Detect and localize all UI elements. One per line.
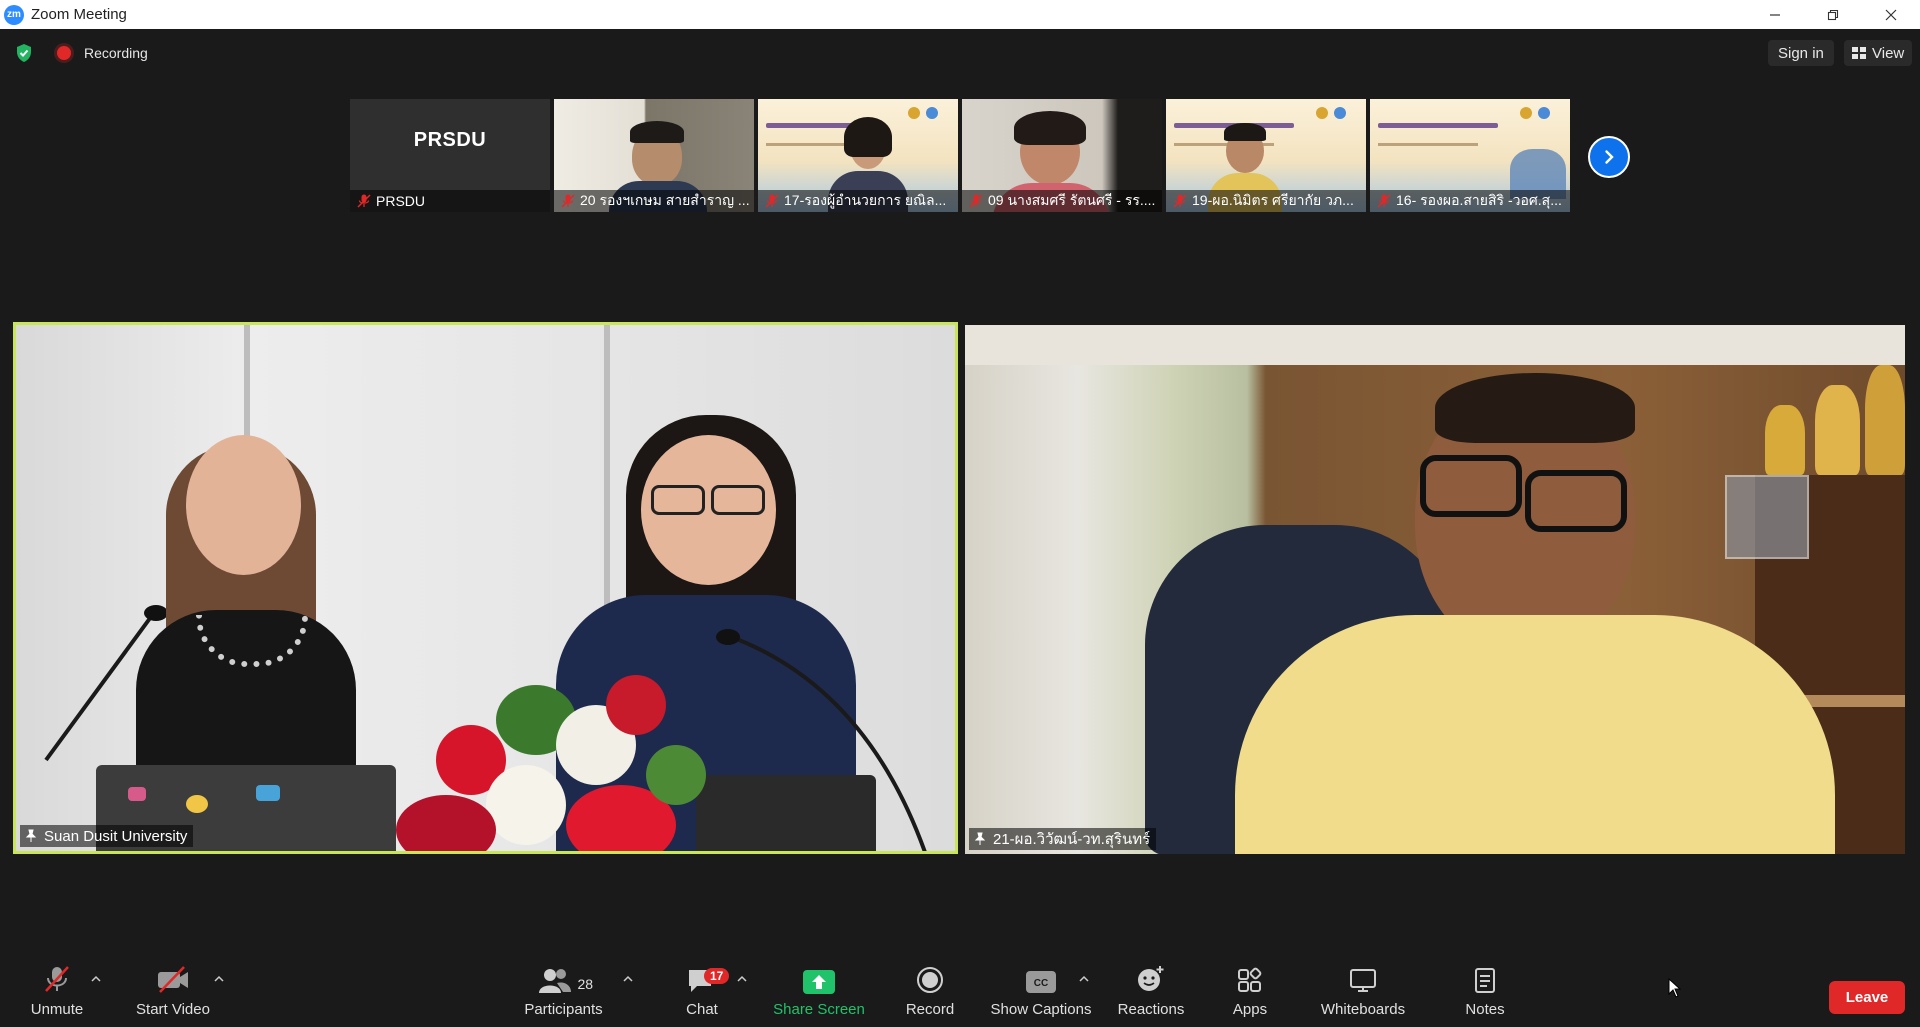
mic-muted-icon [969, 194, 983, 208]
record-label: Record [905, 1001, 955, 1018]
participants-button[interactable]: 28 Participants [521, 960, 606, 1027]
whiteboard-icon [1350, 969, 1376, 992]
apps-label: Apps [1232, 1001, 1268, 1018]
flower-bouquet [396, 665, 716, 851]
thumbnail-tile[interactable]: 19-ผอ.นิมิตร ศรียากัย วภ... [1166, 99, 1366, 212]
video-name-tag: Suan Dusit University [20, 825, 194, 847]
sign-in-button[interactable]: Sign in [1768, 40, 1834, 66]
reactions-button[interactable]: Reactions [1116, 960, 1186, 1027]
notes-button[interactable]: Notes [1463, 960, 1507, 1027]
microphone-left [44, 605, 166, 762]
thumbnail-name: 09 นางสมศรี รัตนศรี - รร.... [988, 192, 1156, 208]
chevron-right-icon [1605, 150, 1614, 164]
svg-text:CC: CC [1034, 978, 1048, 989]
mic-muted-icon [765, 194, 779, 208]
mic-muted-icon [561, 194, 575, 208]
pin-icon [25, 829, 37, 842]
share-screen-icon [803, 970, 835, 994]
apps-icon [1238, 967, 1262, 992]
notes-label: Notes [1465, 1001, 1505, 1018]
whiteboards-label: Whiteboards [1320, 1001, 1406, 1018]
zoom-logo-icon: zm [4, 4, 24, 25]
closed-captions-icon: CC [1026, 971, 1056, 993]
video-participant-name: Suan Dusit University [44, 827, 188, 845]
participants-label: Participants [524, 1001, 603, 1018]
participant-thumbnail-strip: PRSDU PRSDU 20 รองฯเกษม สายสำราญ ... 17-… [350, 99, 1570, 212]
participants-icon [538, 969, 571, 993]
mic-muted-icon [357, 194, 371, 208]
main-video-tile-active-speaker[interactable]: Suan Dusit University [13, 322, 958, 854]
apps-button[interactable]: Apps [1230, 960, 1270, 1027]
start-video-label: Start Video [136, 1001, 210, 1018]
participants-options-caret-icon[interactable] [622, 974, 634, 984]
captions-options-caret-icon[interactable] [1078, 974, 1090, 984]
recording-indicator-icon [57, 46, 71, 60]
mic-muted-icon [1377, 194, 1391, 208]
recording-label: Recording [84, 45, 148, 61]
close-button[interactable] [1862, 0, 1920, 29]
unmute-button[interactable]: Unmute [27, 960, 87, 1027]
unmute-label: Unmute [30, 1001, 84, 1018]
restore-icon [1827, 9, 1839, 20]
minimize-button[interactable] [1746, 0, 1804, 29]
grid-view-icon [1852, 47, 1866, 59]
chat-button[interactable]: 17 Chat [681, 960, 730, 1027]
thumbnail-name: 19-ผอ.นิมิตร ศรียากัย วภ... [1192, 192, 1354, 208]
title-bar: zm Zoom Meeting [0, 0, 1920, 29]
show-captions-button[interactable]: CC Show Captions [990, 960, 1092, 1027]
mic-muted-icon [45, 966, 69, 992]
leave-button[interactable]: Leave [1829, 981, 1905, 1014]
view-label: View [1872, 44, 1905, 62]
whiteboards-button[interactable]: Whiteboards [1318, 960, 1408, 1027]
thumbnail-tile[interactable]: 17-รองผู้อำนวยการ ยณิล... [758, 99, 958, 212]
show-captions-label: Show Captions [990, 1001, 1092, 1018]
thumbnail-tile[interactable]: 09 นางสมศรี รัตนศรี - รร.... [962, 99, 1162, 212]
main-video-tile[interactable]: 21-ผอ.วิวัฒน์-วท.สุรินทร์ [965, 325, 1905, 854]
mouse-cursor-icon [1668, 978, 1682, 998]
pin-icon [974, 832, 986, 845]
video-off-icon [158, 966, 188, 993]
thumbnail-name: 20 รองฯเกษม สายสำราญ ... [580, 192, 750, 208]
restore-button[interactable] [1804, 0, 1862, 29]
window-controls [1746, 0, 1920, 29]
reactions-emoji-icon [1138, 966, 1164, 991]
chat-options-caret-icon[interactable] [736, 974, 748, 984]
notes-icon [1475, 968, 1495, 993]
video-participant-name: 21-ผอ.วิวัฒน์-วท.สุรินทร์ [993, 831, 1151, 848]
close-icon [1885, 9, 1897, 20]
share-screen-label: Share Screen [773, 1001, 865, 1018]
microphone-right [716, 629, 927, 851]
record-icon [917, 967, 943, 993]
thumbnail-placeholder-name: PRSDU [413, 129, 487, 151]
next-page-button[interactable] [1588, 136, 1630, 178]
reactions-label: Reactions [1117, 1001, 1185, 1018]
view-button[interactable]: View [1844, 40, 1913, 66]
start-video-button[interactable]: Start Video [133, 960, 213, 1027]
record-button[interactable]: Record [905, 960, 955, 1027]
audio-options-caret-icon[interactable] [90, 974, 102, 984]
video-name-tag: 21-ผอ.วิวัฒน์-วท.สุรินทร์ [969, 828, 1157, 850]
share-screen-button[interactable]: Share Screen [773, 960, 865, 1027]
mic-muted-icon [1173, 194, 1187, 208]
thumbnail-name: PRSDU [376, 193, 426, 209]
thumbnail-tile[interactable]: 16- รองผอ.สายสิริ -วอศ.สุ... [1370, 99, 1570, 212]
meeting-toolbar: Unmute Start Video 28 Participants 17 Ch… [0, 960, 1920, 1027]
chat-label: Chat [686, 1001, 718, 1018]
thumbnail-name: 17-รองผู้อำนวยการ ยณิล... [784, 192, 947, 208]
video-options-caret-icon[interactable] [213, 974, 225, 984]
thumbnail-tile[interactable]: 20 รองฯเกษม สายสำราญ ... [554, 99, 754, 212]
participants-count: 28 [577, 976, 594, 992]
window-title: Zoom Meeting [31, 6, 127, 23]
meeting-info-bar: Recording Sign in View [0, 29, 1920, 77]
thumbnail-tile[interactable]: PRSDU PRSDU [350, 99, 550, 212]
minimize-icon [1770, 13, 1780, 16]
chat-unread-badge: 17 [704, 968, 730, 984]
thumbnail-name: 16- รองผอ.สายสิริ -วอศ.สุ... [1396, 192, 1562, 208]
security-shield-icon[interactable] [14, 43, 34, 63]
